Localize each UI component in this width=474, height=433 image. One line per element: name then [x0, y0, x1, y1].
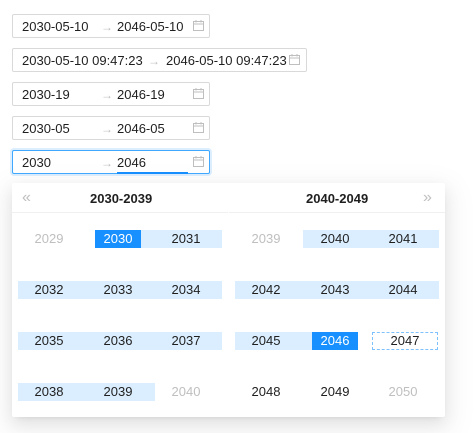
calendar-icon [289, 54, 300, 65]
year-cell[interactable]: 2038 [26, 383, 72, 401]
month-range-picker[interactable]: 2030-05 → 2046-05 [12, 116, 210, 140]
year-range-dropdown: « 2030-2039 2040-2049 » 2029 2030 2031 2032… [12, 183, 445, 417]
year-cell[interactable]: 2043 [312, 281, 358, 299]
year-cell[interactable]: 2032 [26, 281, 72, 299]
active-input-indicator [117, 172, 188, 174]
start-datetime-input[interactable]: 2030-05-10 09:47:23 [22, 53, 143, 69]
calendar-icon [193, 88, 204, 99]
year-cell[interactable]: 2033 [95, 281, 141, 299]
arrow-icon: → [101, 20, 113, 34]
start-week-input[interactable]: 2030-19 [22, 87, 70, 103]
year-cell[interactable]: 2049 [312, 383, 358, 401]
calendar-icon [193, 20, 204, 31]
start-month-input[interactable]: 2030-05 [22, 121, 70, 137]
year-cell[interactable]: 2048 [243, 383, 289, 401]
double-right-icon[interactable]: » [423, 190, 432, 206]
left-decade-title[interactable]: 2030-2039 [90, 191, 152, 207]
datetime-range-picker[interactable]: 2030-05-10 09:47:23 → 2046-05-10 09:47:2… [12, 48, 307, 72]
year-cell[interactable]: 2029 [26, 230, 72, 248]
year-cell[interactable]: 2047 [372, 332, 438, 350]
year-cell[interactable]: 2040 [163, 383, 209, 401]
year-cell[interactable]: 2046 [312, 332, 358, 350]
double-left-icon[interactable]: « [22, 190, 31, 206]
start-date-input[interactable]: 2030-05-10 [22, 19, 89, 35]
year-cell[interactable]: 2031 [163, 230, 209, 248]
year-cell[interactable]: 2042 [243, 281, 289, 299]
year-cell[interactable]: 2036 [95, 332, 141, 350]
end-month-input[interactable]: 2046-05 [117, 121, 165, 137]
end-datetime-input[interactable]: 2046-05-10 09:47:23 [166, 53, 287, 69]
calendar-icon [193, 156, 204, 167]
year-cell[interactable]: 2034 [163, 281, 209, 299]
arrow-icon: → [101, 156, 113, 170]
year-cell[interactable]: 2039 [243, 230, 289, 248]
calendar-icon [193, 122, 204, 133]
arrow-icon: → [101, 122, 113, 136]
year-range-picker[interactable]: 2030 → 2046 [12, 150, 210, 174]
arrow-icon: → [148, 54, 160, 68]
year-cell[interactable]: 2040 [312, 230, 358, 248]
year-cell[interactable]: 2044 [380, 281, 426, 299]
end-week-input[interactable]: 2046-19 [117, 87, 165, 103]
year-cell[interactable]: 2045 [243, 332, 289, 350]
left-panel-header: « 2030-2039 [12, 183, 228, 213]
year-cell[interactable]: 2039 [95, 383, 141, 401]
date-range-picker[interactable]: 2030-05-10 → 2046-05-10 [12, 14, 210, 38]
week-range-picker[interactable]: 2030-19 → 2046-19 [12, 82, 210, 106]
right-panel-header: 2040-2049 » [229, 183, 445, 213]
end-date-input[interactable]: 2046-05-10 [117, 19, 184, 35]
year-cell[interactable]: 2030 [95, 230, 141, 248]
year-cell[interactable]: 2037 [163, 332, 209, 350]
right-decade-title[interactable]: 2040-2049 [306, 191, 368, 207]
year-cell[interactable]: 2035 [26, 332, 72, 350]
year-cell[interactable]: 2050 [380, 383, 426, 401]
start-year-input[interactable]: 2030 [22, 155, 51, 171]
arrow-icon: → [101, 88, 113, 102]
end-year-input[interactable]: 2046 [117, 155, 146, 171]
year-cell[interactable]: 2041 [380, 230, 426, 248]
